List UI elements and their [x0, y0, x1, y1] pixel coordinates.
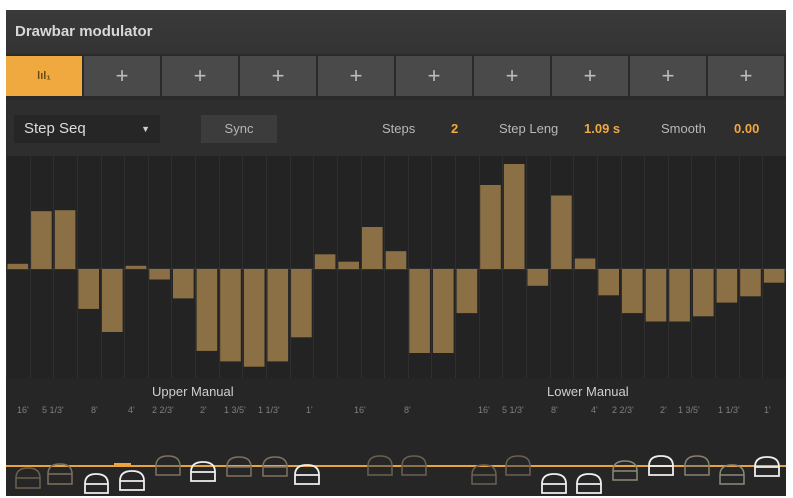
sequencer-step-bar[interactable] — [622, 269, 643, 314]
sequencer-step-bar[interactable] — [78, 269, 99, 309]
dropdown-arrow-icon: ▼ — [141, 124, 150, 134]
drawbar-handle[interactable] — [190, 461, 216, 482]
sequencer-step-bar[interactable] — [433, 269, 454, 353]
sequencer-step-bar[interactable] — [267, 269, 289, 362]
steps-value[interactable]: 2 — [451, 115, 458, 143]
add-tab-button[interactable]: + — [552, 56, 628, 96]
sequencer-bars[interactable] — [6, 156, 786, 378]
add-tab-button[interactable]: + — [318, 56, 394, 96]
sequencer-step-bar[interactable] — [125, 265, 147, 269]
sequencer-step-bar[interactable] — [220, 269, 241, 362]
sequencer-step-bar[interactable] — [669, 269, 690, 322]
sequencer-step-bar[interactable] — [31, 211, 52, 269]
drawbar-handle[interactable] — [294, 464, 320, 485]
sequencer-step-bar[interactable] — [598, 269, 619, 296]
drawbar-handle[interactable] — [576, 473, 602, 494]
drawbar-handle[interactable] — [505, 455, 531, 476]
modulator-controls: Step Seq ▼ Sync Steps 2 Step Leng 1.09 s… — [6, 100, 786, 156]
sequencer-step-bar[interactable] — [551, 195, 572, 270]
add-tab-button[interactable]: + — [396, 56, 472, 96]
add-tab-button[interactable]: + — [630, 56, 706, 96]
mode-dropdown[interactable]: Step Seq ▼ — [14, 115, 160, 143]
sequencer-step-bar[interactable] — [645, 269, 667, 322]
sequencer-step-bar[interactable] — [173, 269, 194, 299]
drawbar-handle[interactable] — [754, 456, 780, 477]
sequencer-step-bar[interactable] — [385, 251, 407, 270]
sequencer-step-bar[interactable] — [409, 269, 430, 353]
drawbar-handle[interactable] — [155, 455, 181, 476]
sequencer-step-bar[interactable] — [480, 185, 501, 269]
add-tab-button[interactable]: + — [162, 56, 238, 96]
drawbar-manuals: Upper Manual Lower Manual 16' 5 1/3' 8' … — [6, 378, 786, 496]
drawbar-handle[interactable] — [15, 467, 41, 489]
add-tab-button[interactable]: + — [708, 56, 784, 96]
drawbar-modulator-panel: Drawbar modulator lıl₁ + + + + + + + + +… — [6, 10, 786, 496]
sequencer-step-bar[interactable] — [196, 269, 218, 351]
sequencer-step-bar[interactable] — [7, 263, 29, 270]
sequencer-step-bar[interactable] — [574, 258, 596, 270]
drawbar-handle[interactable] — [612, 460, 638, 481]
sequencer-step-bar[interactable] — [54, 210, 76, 269]
drawbar-handle[interactable] — [648, 455, 674, 476]
drawbar-handle[interactable] — [119, 470, 145, 491]
modulator-tabs: lıl₁ + + + + + + + + + — [6, 56, 786, 98]
add-tab-button[interactable]: + — [240, 56, 316, 96]
sequencer-step-bar[interactable] — [102, 269, 123, 332]
drawbar-handle[interactable] — [541, 473, 567, 494]
drawbar-handle[interactable] — [367, 455, 393, 476]
step-sequencer-display[interactable] — [6, 156, 786, 378]
panel-title: Drawbar modulator — [6, 10, 786, 54]
sequencer-step-bar[interactable] — [527, 269, 549, 286]
sequencer-step-bar[interactable] — [314, 254, 336, 269]
steps-label: Steps — [382, 121, 416, 136]
sequencer-step-bar[interactable] — [291, 269, 312, 338]
tab-step-sequencer[interactable]: lıl₁ — [6, 56, 82, 96]
sequencer-step-bar[interactable] — [503, 164, 525, 269]
drawbar-handle[interactable] — [684, 455, 710, 476]
sequencer-step-bar[interactable] — [149, 269, 170, 280]
drawbar-handle[interactable] — [471, 464, 497, 485]
drawbar-handle[interactable] — [401, 455, 427, 476]
drawbar-handle[interactable] — [719, 464, 745, 485]
drawbar-handle[interactable] — [84, 473, 109, 494]
sequencer-step-bar[interactable] — [338, 261, 359, 270]
smooth-label: Smooth — [661, 121, 706, 136]
drawbar-handle[interactable] — [226, 456, 252, 477]
add-tab-button[interactable]: + — [84, 56, 160, 96]
sequencer-step-bar[interactable] — [716, 269, 738, 303]
mode-label: Step Seq — [24, 120, 86, 137]
sequencer-step-bar[interactable] — [763, 269, 785, 283]
add-tab-button[interactable]: + — [474, 56, 550, 96]
sequencer-step-bar[interactable] — [693, 269, 714, 317]
drawbar-handle[interactable] — [262, 456, 288, 477]
sequencer-step-bar[interactable] — [362, 227, 383, 269]
drawbar-handles-graphic[interactable] — [6, 378, 786, 496]
sequencer-step-bar[interactable] — [456, 269, 478, 314]
sequencer-step-bar[interactable] — [243, 269, 265, 367]
sync-button[interactable]: Sync — [201, 115, 277, 143]
sequencer-step-bar[interactable] — [740, 269, 761, 297]
step-length-value[interactable]: 1.09 s — [584, 115, 620, 143]
smooth-value[interactable]: 0.00 — [734, 115, 759, 143]
step-length-label: Step Leng — [499, 121, 559, 136]
